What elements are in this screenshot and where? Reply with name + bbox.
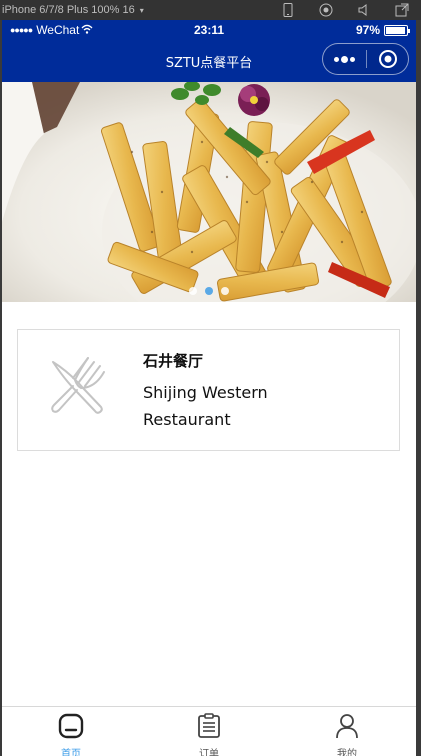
tab-orders-label: 订单 [199,749,219,756]
banner-carousel[interactable] [2,82,416,302]
tab-orders[interactable]: 订单 [140,707,278,756]
device-selector[interactable]: iPhone 6/7/8 Plus 100% 16 ▾ [0,4,144,16]
carousel-dot[interactable] [205,287,213,295]
food-photo [2,82,416,302]
tab-profile[interactable]: 我的 [278,707,416,756]
user-icon [334,713,360,743]
phone-screen: ●●●●● WeChat 23:11 97% SZTU点餐平台 石井餐厅 Shi… [2,20,416,756]
status-bar: ●●●●● WeChat 23:11 97% [2,20,416,40]
carousel-indicator [2,287,416,295]
target-circle-icon[interactable] [367,44,408,74]
record-icon[interactable] [307,0,345,20]
tab-profile-label: 我的 [337,749,357,756]
menu-capsule [322,43,409,75]
device-label: iPhone 6/7/8 Plus 100% 16 [2,4,135,16]
carousel-dot[interactable] [189,287,197,295]
restaurant-card[interactable]: 石井餐厅 Shijing Western Restaurant [17,329,400,451]
order-icon [196,713,222,743]
navigation-bar: SZTU点餐平台 [2,40,416,82]
restaurant-name: 石井餐厅 [143,352,204,370]
fork-knife-icon [43,350,113,420]
tab-bar: 首页 订单 我的 [2,706,416,756]
restaurant-description: Shijing Western Restaurant [143,383,268,429]
battery-percent: 97% [355,23,380,37]
chevron-down-icon: ▾ [139,6,144,15]
volume-icon[interactable] [345,0,383,20]
home-icon [58,713,84,743]
external-window-icon[interactable] [383,0,421,20]
tab-home-label: 首页 [61,749,81,756]
more-dots-icon[interactable] [323,44,366,74]
phone-icon[interactable] [269,0,307,20]
tab-home[interactable]: 首页 [2,707,140,756]
clock: 23:11 [193,23,225,37]
simulator-toolbar: iPhone 6/7/8 Plus 100% 16 ▾ [0,0,421,20]
carousel-dot[interactable] [221,287,229,295]
battery-icon [384,24,410,36]
